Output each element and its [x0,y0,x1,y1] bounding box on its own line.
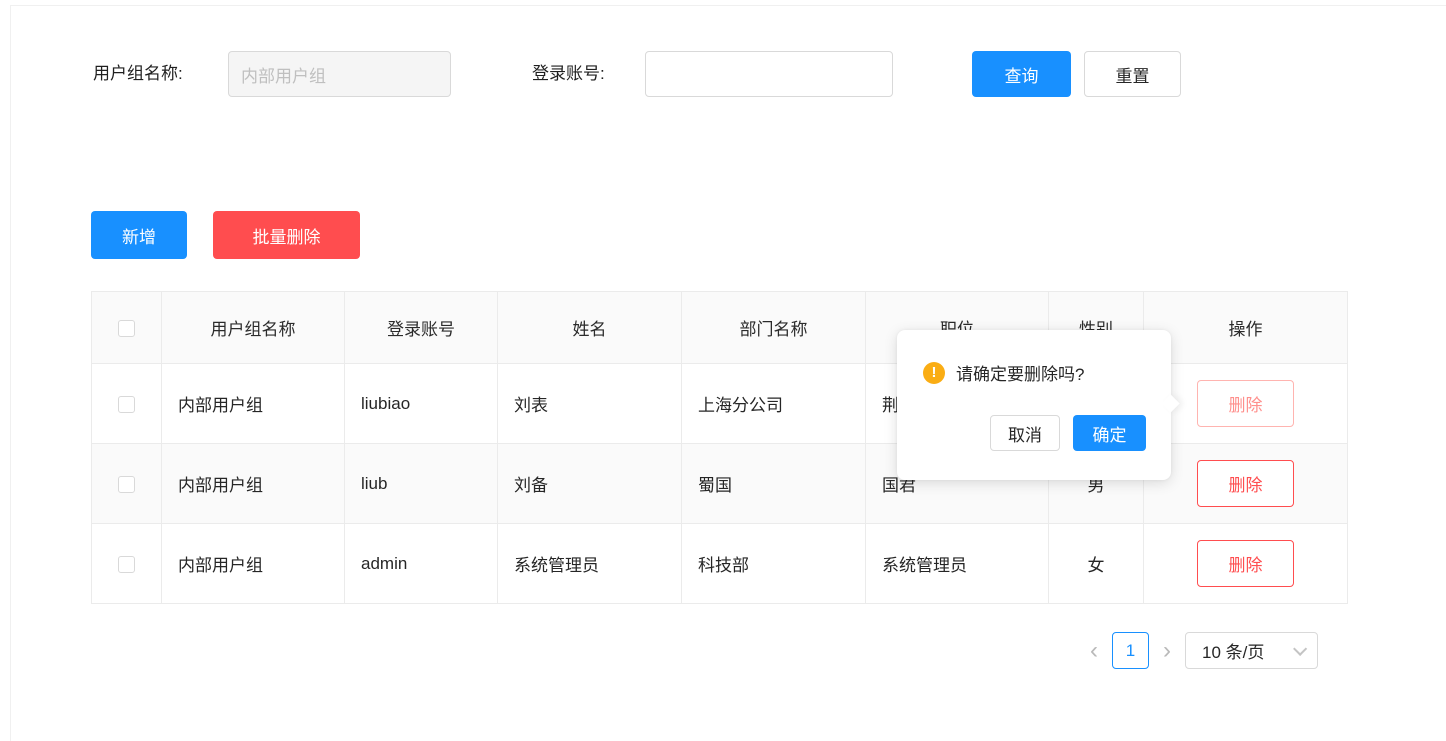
cancel-button[interactable]: 取消 [990,415,1060,451]
warning-icon: ! [923,362,945,384]
batch-delete-button[interactable]: 批量删除 [213,211,360,259]
prev-page-icon[interactable]: ‹ [1090,632,1098,669]
row-checkbox[interactable] [118,476,135,493]
cell-group: 内部用户组 [162,444,345,524]
cell-group: 内部用户组 [162,364,345,444]
chevron-down-icon [1293,641,1307,655]
cell-account: liubiao [345,364,498,444]
select-all-checkbox[interactable] [118,320,135,337]
cell-account: liub [345,444,498,524]
cell-group: 内部用户组 [162,524,345,604]
group-name-label: 用户组名称: [93,51,183,97]
query-button[interactable]: 查询 [972,51,1071,97]
table-row: 内部用户组 admin 系统管理员 科技部 系统管理员 女 删除 [92,524,1348,604]
next-page-icon[interactable]: › [1163,632,1171,669]
cell-name: 系统管理员 [498,524,682,604]
cell-position: 系统管理员 [866,524,1049,604]
header-checkbox-cell [92,292,162,364]
page-size-select[interactable]: 10 条/页 [1185,632,1318,669]
row-checkbox[interactable] [118,396,135,413]
cell-gender: 女 [1049,524,1144,604]
delete-button[interactable]: 删除 [1197,540,1294,587]
cell-account: admin [345,524,498,604]
pagination: ‹ 1 › 10 条/页 [1090,632,1318,669]
cell-name: 刘备 [498,444,682,524]
header-name: 姓名 [498,292,682,364]
header-dept: 部门名称 [682,292,866,364]
confirm-button[interactable]: 确定 [1073,415,1146,451]
page-size-value: 10 条/页 [1202,638,1264,663]
cell-name: 刘表 [498,364,682,444]
header-account: 登录账号 [345,292,498,364]
add-button[interactable]: 新增 [91,211,187,259]
delete-button[interactable]: 删除 [1197,380,1294,427]
cell-dept: 上海分公司 [682,364,866,444]
reset-button[interactable]: 重置 [1084,51,1181,97]
header-actions: 操作 [1144,292,1348,364]
delete-button[interactable]: 删除 [1197,460,1294,507]
popconfirm-message: 请确定要删除吗? [956,360,1084,385]
header-group: 用户组名称 [162,292,345,364]
cell-dept: 蜀国 [682,444,866,524]
cell-dept: 科技部 [682,524,866,604]
page-number-button[interactable]: 1 [1112,632,1149,669]
row-checkbox[interactable] [118,556,135,573]
login-account-input[interactable] [645,51,893,97]
delete-popconfirm: ! 请确定要删除吗? 取消 确定 [897,330,1171,480]
group-name-input[interactable] [228,51,451,97]
login-account-label: 登录账号: [532,51,605,97]
